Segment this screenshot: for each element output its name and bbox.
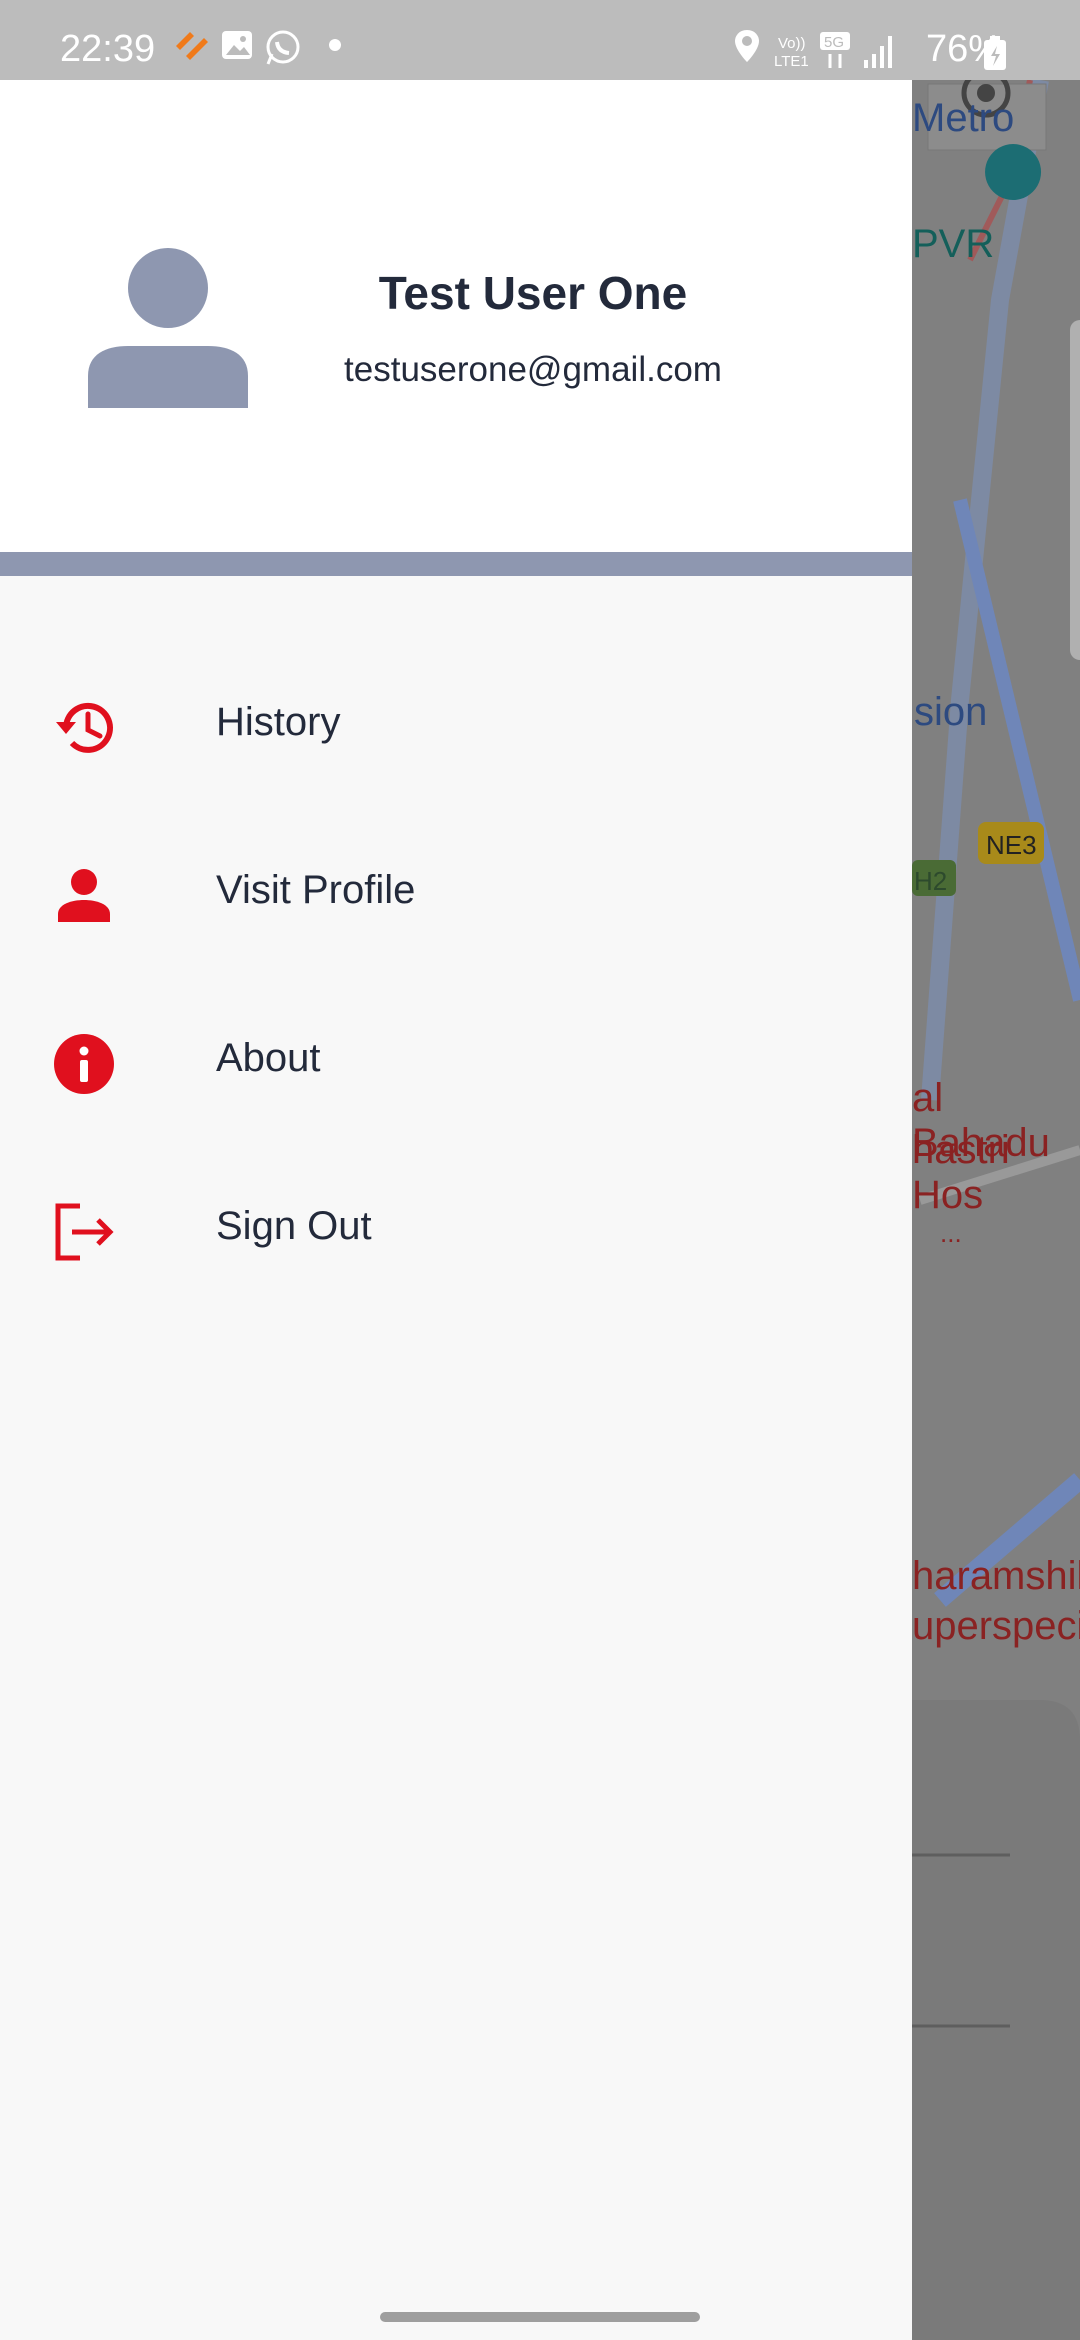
person-icon — [52, 864, 116, 928]
svg-text:LTE1: LTE1 — [774, 53, 809, 70]
signal-icon — [862, 30, 896, 75]
menu-item-visit-profile[interactable]: Visit Profile — [0, 824, 912, 992]
person-avatar-icon — [88, 248, 248, 408]
gallery-icon — [220, 28, 254, 67]
header-divider — [0, 552, 912, 576]
whatsapp-icon — [264, 28, 302, 71]
drawer-header: Test User One testuserone@gmail.com — [0, 80, 912, 552]
user-name: Test User One — [378, 267, 688, 319]
menu-item-label: Sign Out — [216, 1204, 372, 1248]
menu-item-label: Visit Profile — [216, 868, 416, 912]
battery-icon — [984, 36, 1006, 77]
map-label-dharamshila: haramshil — [912, 1554, 1080, 1598]
map-label-h2: H2 — [914, 866, 948, 896]
navigation-drawer: Test User One testuserone@gmail.com Hist… — [0, 80, 912, 2340]
menu-item-history[interactable]: History — [0, 656, 912, 824]
status-time: 22:39 — [60, 28, 156, 70]
menu-item-about[interactable]: About — [0, 992, 912, 1160]
map-label-shastri: hastri Hos — [912, 1128, 1010, 1217]
map-label-pvr: PVR — [912, 222, 995, 266]
healthify-icon — [172, 28, 210, 67]
sign-out-icon — [52, 1200, 116, 1264]
home-indicator[interactable] — [380, 2312, 700, 2322]
user-email: testuserone@gmail.com — [344, 350, 722, 389]
drawer-menu: History Visit Profile About Sign Out — [0, 656, 912, 1328]
volte-icon: Vo)) LTE1 — [774, 32, 816, 77]
avatar[interactable] — [88, 248, 248, 408]
map-label-ne3: NE3 — [986, 830, 1037, 860]
history-icon — [52, 696, 116, 760]
dot-icon — [328, 28, 342, 67]
location-icon — [732, 28, 762, 69]
map-label-dots: ... — [940, 1218, 962, 1248]
menu-item-label: History — [216, 700, 341, 744]
menu-item-sign-out[interactable]: Sign Out — [0, 1160, 912, 1328]
svg-text:Vo)): Vo)) — [778, 35, 806, 52]
info-icon — [52, 1032, 116, 1096]
status-bar: 22:39 Vo)) LTE1 5G 76% — [0, 0, 1080, 80]
menu-item-label: About — [216, 1036, 321, 1080]
svg-text:5G: 5G — [824, 34, 844, 51]
map-label-metro: Metro — [912, 96, 1015, 140]
map-label-sion: sion — [914, 690, 988, 734]
map-label-superspeciality: uperspeci — [912, 1604, 1080, 1648]
5g-icon: 5G — [818, 30, 856, 75]
